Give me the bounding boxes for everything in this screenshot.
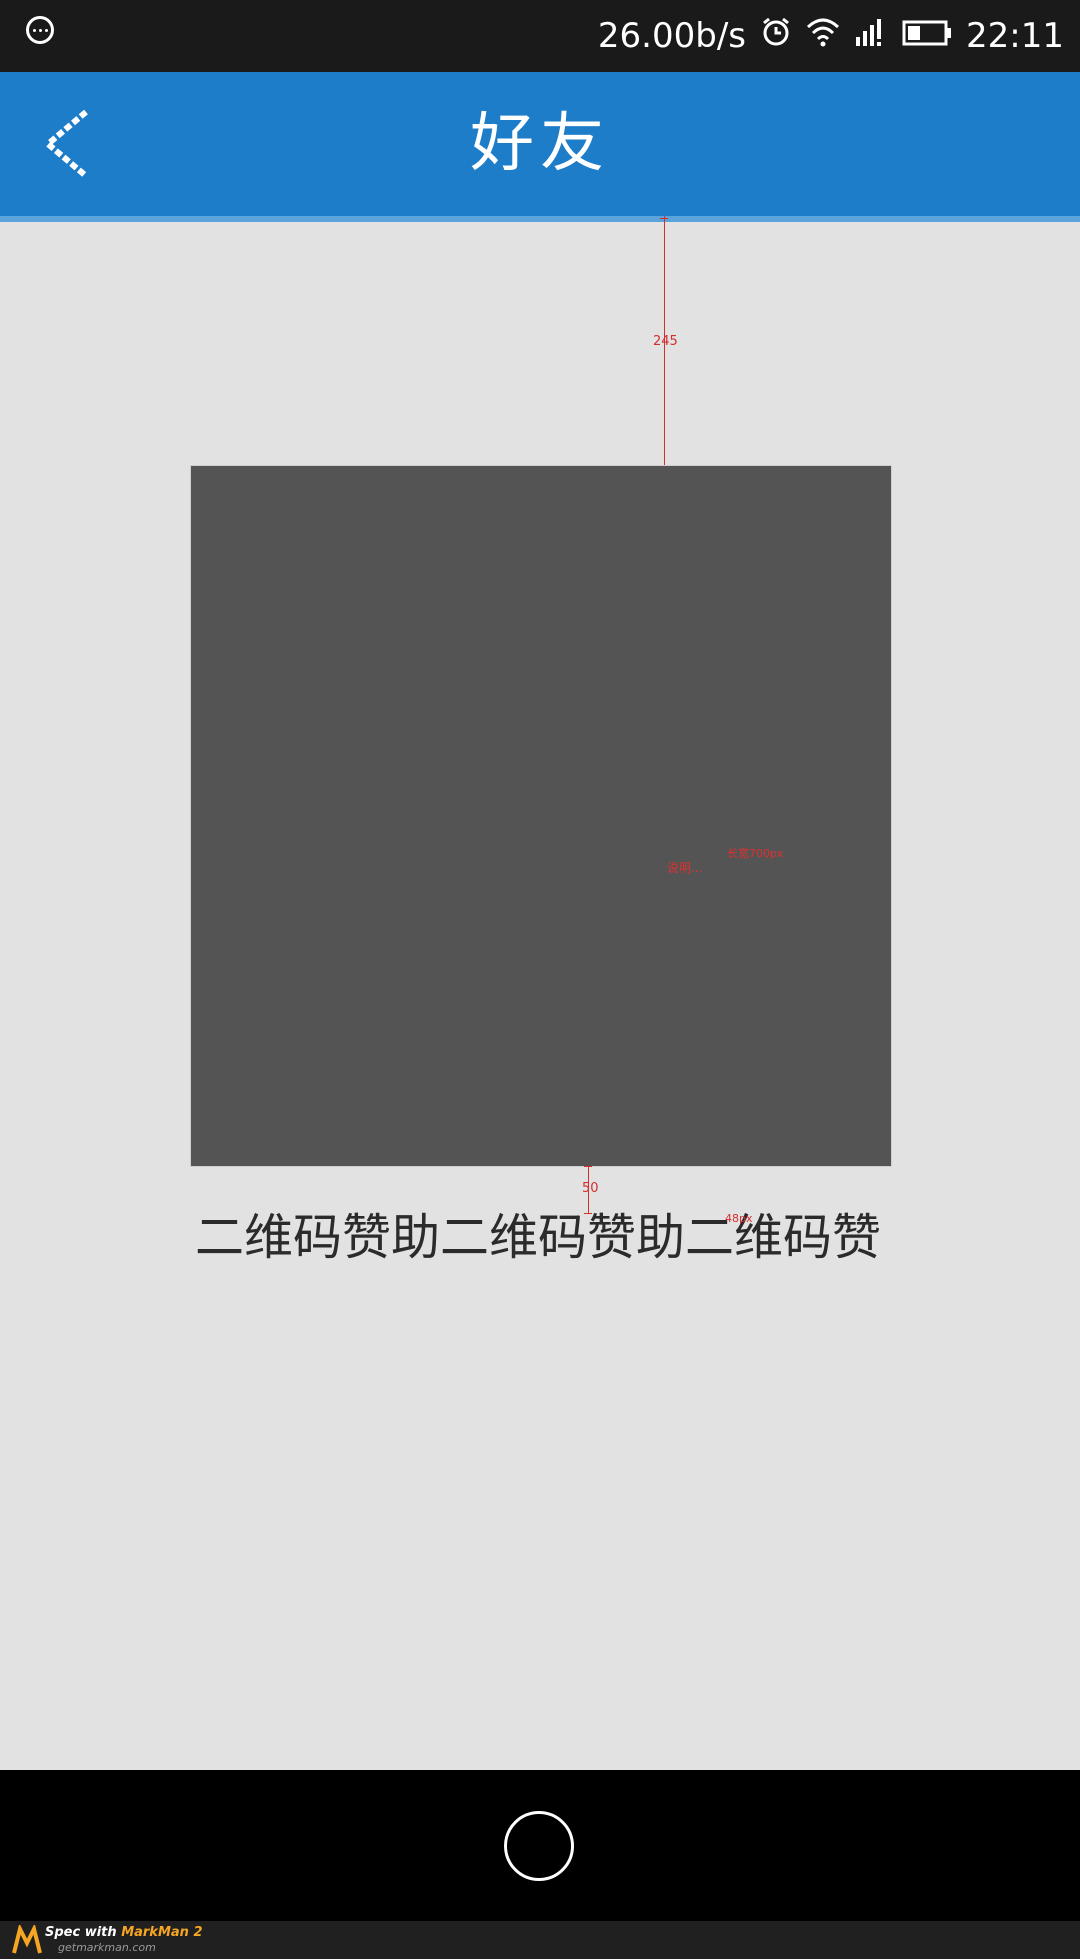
qr-code-placeholder: 说明... 长宽700px (190, 465, 892, 1167)
qr-caption: 二维码赞助二维码赞助二维码赞 (195, 1209, 882, 1266)
clock: 22:11 (966, 16, 1064, 56)
status-indicators: 26.00b/s 22:11 (598, 0, 1064, 72)
markman-watermark: Spec with MarkMan 2 getmarkman.com (0, 1921, 1080, 1959)
watermark-brand: MarkMan 2 (121, 1925, 203, 1940)
signal-icon (854, 16, 888, 56)
watermark-url: getmarkman.com (58, 1941, 156, 1954)
navigation-bar (0, 1770, 1080, 1921)
measure-tick (660, 218, 668, 219)
qr-note: 说明... (667, 861, 703, 875)
measure-label-caption: 50 (582, 1181, 599, 1196)
wifi-icon (806, 16, 840, 56)
measure-tick (584, 1166, 592, 1167)
network-speed: 26.00b/s (597, 16, 747, 56)
menu-dots-icon (26, 16, 54, 44)
qr-size-note: 长宽700px (727, 847, 784, 860)
measure-label-top: 245 (653, 334, 678, 349)
status-bar: 26.00b/s 22:11 (0, 0, 1080, 72)
watermark-title: Spec with MarkMan 2 (45, 1925, 203, 1940)
page-title: 好友 (470, 107, 610, 181)
alarm-icon (760, 16, 792, 57)
caption-font-note: 48px (725, 1212, 753, 1225)
home-button[interactable] (504, 1811, 574, 1881)
markman-logo-icon (12, 1925, 42, 1954)
app-bar: 好友 (0, 72, 1080, 222)
battery-icon (902, 16, 952, 56)
watermark-prefix: Spec with (45, 1925, 122, 1940)
